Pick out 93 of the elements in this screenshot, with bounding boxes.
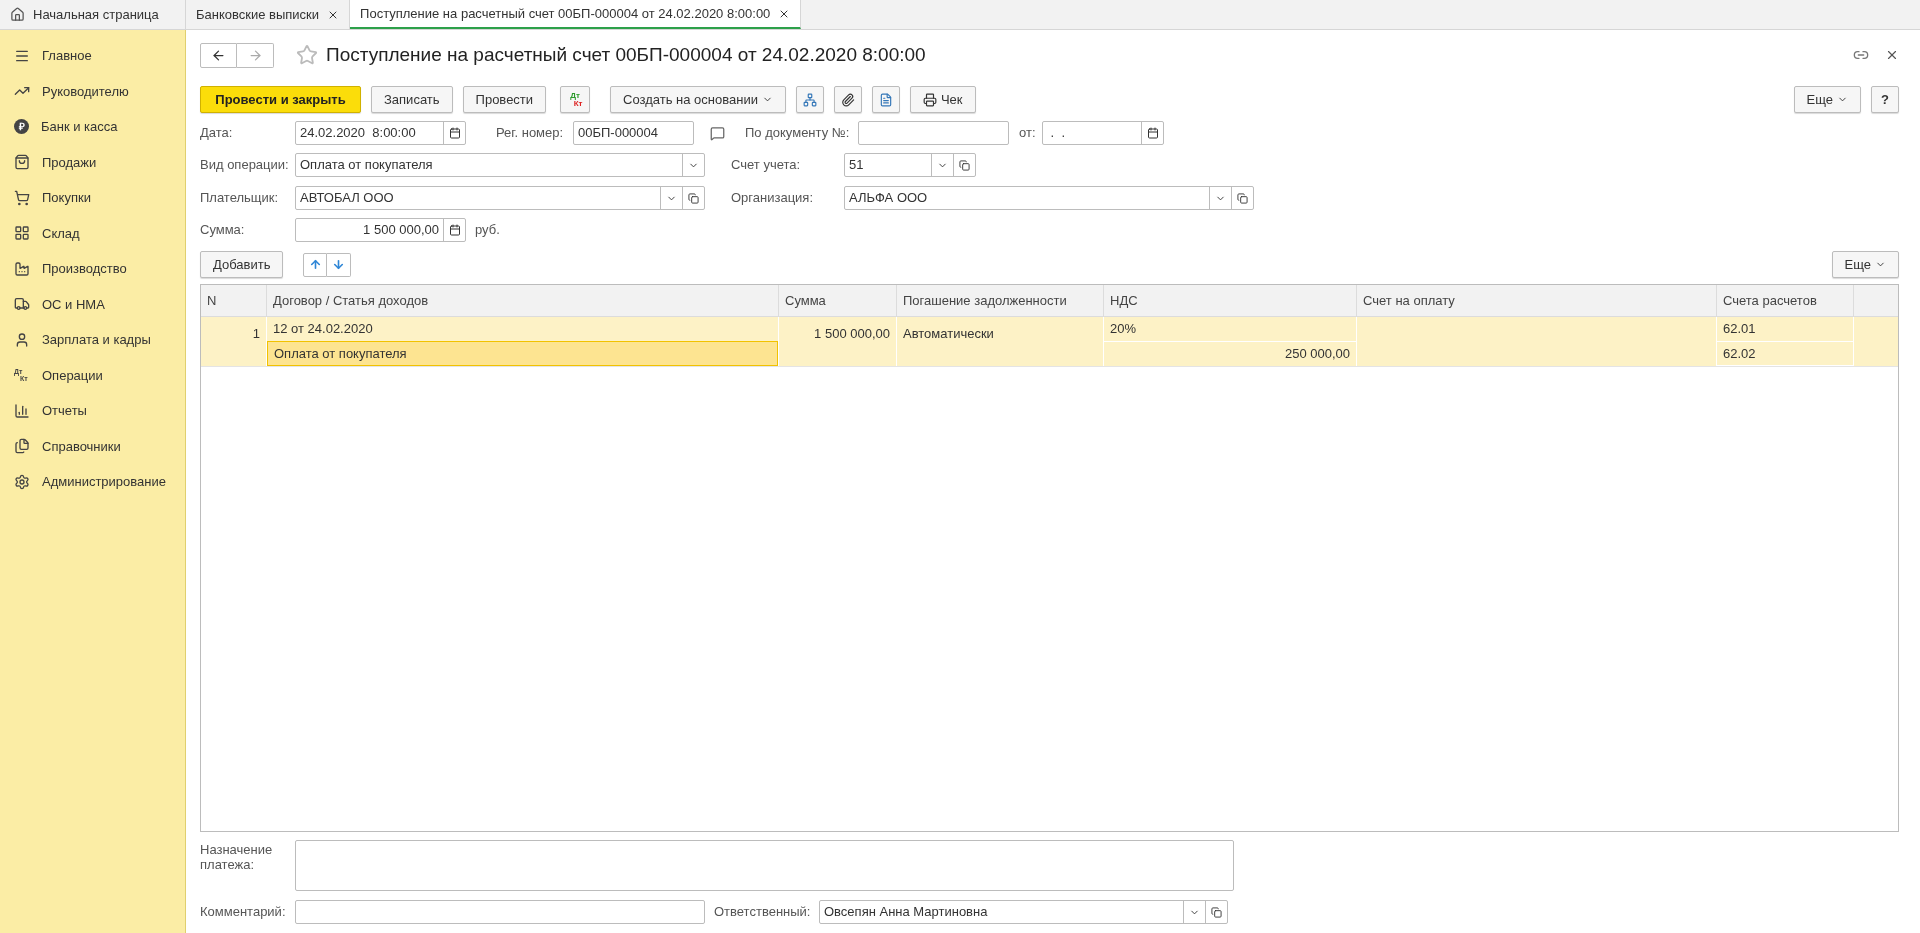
responsible-field[interactable]: Овсепян Анна Мартиновна	[819, 900, 1228, 924]
doc-date-field[interactable]: . .	[1042, 121, 1164, 145]
section-icon	[14, 260, 30, 277]
column-header[interactable]: Счет на оплату	[1357, 285, 1717, 316]
toolbar-button[interactable]: Записать	[371, 86, 453, 113]
date-field[interactable]: 24.02.2020 8:00:00	[295, 121, 466, 145]
field-label: Организация:	[731, 189, 815, 208]
reg-number-field[interactable]: 00БП-000004	[573, 121, 694, 145]
field-label: Вид операции:	[200, 156, 290, 175]
move-down-button[interactable]	[327, 252, 352, 277]
field-label: Счет учета:	[731, 156, 802, 175]
table-cell: 1 500 000,00	[779, 317, 897, 366]
table-row[interactable]: 1 12 от 24.02.2020 Оплата от покупателя 1 500 000,00 Автоматически 20% 250 000,00 62.01 62.02	[201, 317, 1898, 367]
tab[interactable]: Начальная страница	[0, 0, 186, 29]
column-header[interactable]: Сумма	[779, 285, 897, 316]
sidebar-item[interactable]: Руководителю	[0, 73, 185, 109]
operation-field[interactable]: Оплата от покупателя	[295, 153, 705, 177]
up-arrow-icon	[308, 258, 322, 271]
column-header[interactable]: Погашение задолженности	[897, 285, 1104, 316]
field-label: По документу №:	[745, 124, 851, 143]
section-icon	[14, 296, 30, 313]
sidebar-item[interactable]: Отчеты	[0, 393, 185, 429]
doc-number-field[interactable]	[858, 121, 1009, 145]
section-icon	[14, 189, 30, 206]
tab[interactable]: Поступление на расчетный счет 00БП-000004 от 24.02.2020 8:00:00	[350, 0, 802, 29]
paperclip-icon	[840, 92, 855, 107]
field-label: Назначение платежа:	[200, 841, 274, 874]
report-button[interactable]	[871, 86, 900, 113]
more-button[interactable]: Еще	[1793, 86, 1861, 113]
sidebar-item[interactable]: ₽ Банк и касса	[0, 109, 185, 145]
table-cell: 62.01	[1717, 317, 1853, 342]
star-icon[interactable]	[296, 44, 318, 66]
create-based-on-button[interactable]: Создать на основании	[610, 86, 786, 113]
sidebar-item[interactable]: Администрирование	[0, 464, 185, 500]
add-button[interactable]: Добавить	[200, 251, 284, 278]
sidebar-item[interactable]: Склад	[0, 215, 185, 251]
structure-button[interactable]	[795, 86, 824, 113]
table-cell[interactable]: Оплата от покупателя	[267, 341, 778, 366]
down-arrow-icon	[332, 258, 346, 271]
table-cell-text: 12 от 24.02.2020	[272, 320, 374, 339]
purpose-field[interactable]	[295, 840, 1234, 891]
payer-field[interactable]: АВТОБАЛ ООО	[295, 186, 705, 210]
document-icon	[878, 92, 893, 107]
ruble-coin-icon: ₽	[14, 119, 29, 135]
table-cell: Автоматически	[897, 317, 1104, 366]
home-icon	[10, 7, 25, 22]
section-icon	[14, 402, 30, 419]
sidebar-item[interactable]: Производство	[0, 251, 185, 287]
document-title: Поступление на расчетный счет 00БП-000004 от 24.02.2020 8:00:00	[326, 42, 926, 67]
column-header[interactable]: Счета расчетов	[1717, 285, 1854, 316]
field-label: Сумма:	[200, 221, 246, 240]
section-icon	[14, 473, 30, 490]
sidebar-item[interactable]: Главное	[0, 38, 185, 74]
column-header[interactable]: Договор / Статья доходов	[267, 285, 779, 316]
sidebar-item[interactable]: Зарплата и кадры	[0, 322, 185, 358]
attach-button[interactable]	[833, 86, 862, 113]
printer-icon	[922, 92, 937, 107]
post-and-close-button[interactable]: Провести и закрыть	[200, 86, 361, 113]
table-cell: 62.02	[1717, 341, 1853, 366]
toolbar-button[interactable]: Провести	[462, 86, 547, 113]
organization-field[interactable]: АЛЬФА ООО	[844, 186, 1254, 210]
field-label: Дата:	[200, 124, 234, 143]
help-button[interactable]: ?	[1871, 86, 1899, 113]
currency-label: руб.	[475, 221, 500, 240]
sidebar-item[interactable]: ОС и НМА	[0, 286, 185, 322]
section-icon	[14, 331, 30, 348]
table-cell: 20%	[1104, 317, 1356, 342]
more-button[interactable]: Еще	[1831, 251, 1899, 278]
close-icon[interactable]	[1885, 48, 1899, 62]
sidebar-item[interactable]: Продажи	[0, 144, 185, 180]
field-label: от:	[1019, 124, 1037, 143]
section-icon	[14, 154, 30, 171]
receipt-button[interactable]: Чек	[909, 86, 976, 113]
debit-credit-icon: Дт Кт	[567, 91, 583, 108]
comment-field[interactable]	[295, 900, 705, 924]
field-label: Рег. номер:	[496, 124, 565, 143]
section-icon	[14, 225, 30, 242]
sidebar-item[interactable]: Покупки	[0, 180, 185, 216]
structure-icon	[802, 92, 817, 107]
sidebar-item[interactable]: Справочники	[0, 428, 185, 464]
move-up-button[interactable]	[303, 252, 328, 277]
column-header[interactable]: N	[201, 285, 267, 316]
table-cell-text: 250 000,00	[1283, 345, 1351, 363]
field-label: Ответственный:	[714, 903, 812, 922]
field-label: Плательщик:	[200, 189, 280, 208]
field-label: Комментарий:	[200, 903, 287, 922]
section-icon	[14, 438, 30, 455]
account-field[interactable]: 51	[844, 153, 976, 177]
debit-credit-button[interactable]: Дт Кт	[560, 86, 591, 113]
amount-field[interactable]: 1 500 000,00	[295, 218, 466, 242]
forward-arrow-icon	[247, 47, 263, 63]
column-header[interactable]: НДС	[1104, 285, 1357, 316]
back-button[interactable]	[200, 42, 237, 68]
